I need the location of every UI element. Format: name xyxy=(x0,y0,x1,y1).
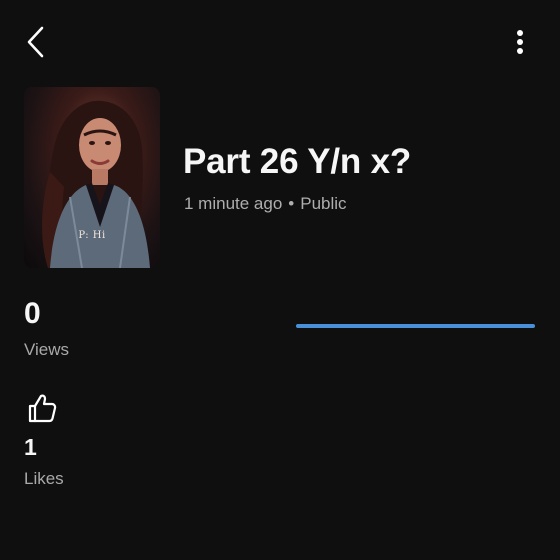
cover-caption: P: Hi xyxy=(78,230,106,241)
time-ago: 1 minute ago xyxy=(184,194,283,213)
views-progress-fill xyxy=(296,324,535,328)
likes-label: Likes xyxy=(24,469,64,488)
views-label: Views xyxy=(24,340,70,359)
story-title: Part 26 Y/n x? xyxy=(183,142,412,181)
views-progress-bar xyxy=(296,324,535,328)
visibility-status: Public xyxy=(300,194,347,213)
story-cover-image[interactable]: P: Hi xyxy=(24,87,160,268)
story-meta: 1 minute ago • Public xyxy=(184,194,347,214)
back-button[interactable] xyxy=(16,22,56,62)
views-count: 0 xyxy=(24,297,41,330)
likes-count: 1 xyxy=(24,434,37,460)
story-stats-screen: P: Hi Part 26 Y/n x? 1 minute ago • Public… xyxy=(0,0,560,560)
vertical-dots-icon xyxy=(517,30,523,54)
thumbs-up-icon[interactable] xyxy=(26,392,58,424)
chevron-left-icon xyxy=(27,26,44,58)
more-options-button[interactable] xyxy=(502,24,538,60)
meta-separator: • xyxy=(288,194,295,213)
